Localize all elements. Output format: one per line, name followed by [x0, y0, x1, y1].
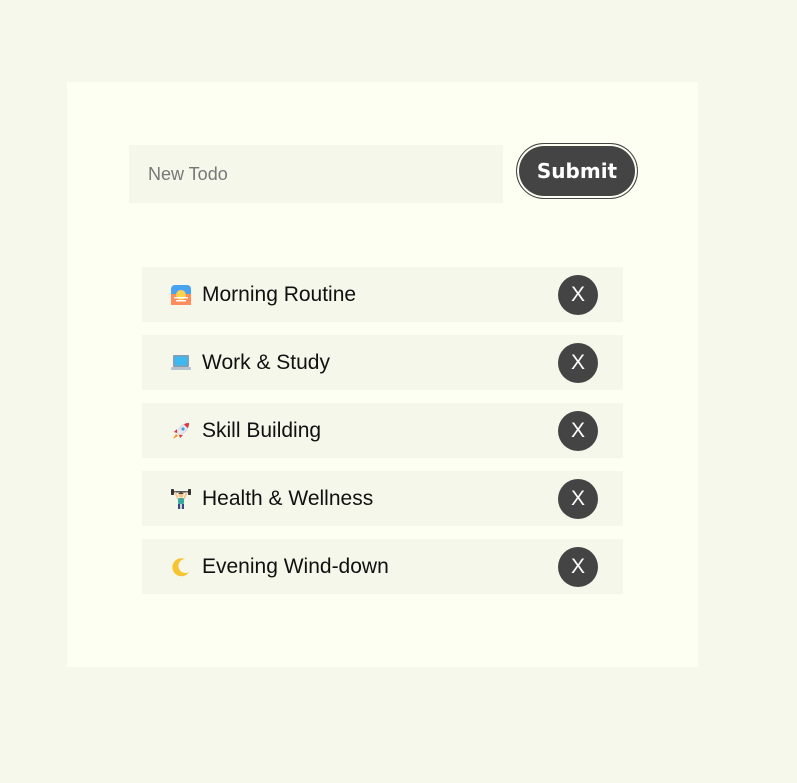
- new-todo-input[interactable]: [129, 145, 503, 203]
- delete-button[interactable]: X: [558, 478, 598, 519]
- delete-button[interactable]: X: [558, 342, 598, 383]
- new-todo-form: Submit: [129, 143, 638, 203]
- delete-button[interactable]: X: [558, 274, 598, 315]
- delete-button[interactable]: X: [558, 546, 598, 587]
- sunrise-icon: [170, 284, 192, 306]
- todo-item: Work & Study X: [142, 335, 623, 390]
- delete-button[interactable]: X: [558, 410, 598, 451]
- todo-label: Skill Building: [202, 418, 322, 442]
- todo-label: Morning Routine: [202, 282, 357, 306]
- todo-item: Evening Wind-down X: [142, 539, 623, 594]
- laptop-icon: [170, 352, 192, 374]
- todo-list: Morning Routine X Work & Study X Skill B…: [142, 267, 623, 607]
- todo-item: Health & Wellness X: [142, 471, 623, 526]
- crescent-moon-icon: [170, 556, 192, 578]
- weightlifter-icon: [170, 488, 192, 510]
- todo-panel: Submit Morning Routine X: [67, 82, 698, 667]
- rocket-icon: [170, 420, 192, 442]
- todo-item: Skill Building X: [142, 403, 623, 458]
- submit-button[interactable]: Submit: [516, 143, 638, 199]
- todo-item: Morning Routine X: [142, 267, 623, 322]
- todo-label: Evening Wind-down: [202, 554, 389, 578]
- todo-label: Work & Study: [202, 350, 330, 374]
- todo-label: Health & Wellness: [202, 486, 374, 510]
